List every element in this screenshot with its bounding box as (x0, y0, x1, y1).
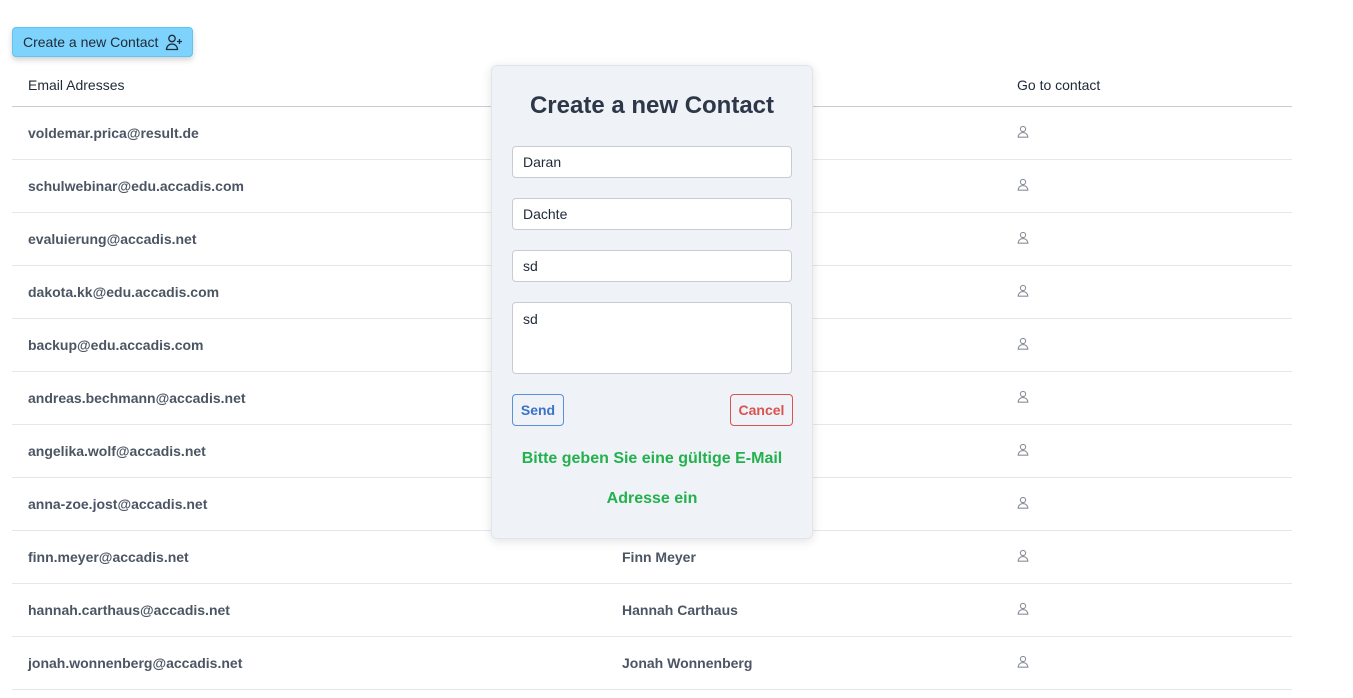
user-icon[interactable] (1017, 443, 1029, 456)
row-go-to-contact (1001, 530, 1292, 584)
first-name-input[interactable] (512, 146, 792, 178)
user-icon[interactable] (1017, 178, 1029, 191)
row-email: hannah.carthaus@accadis.net (12, 583, 606, 637)
modal-title: Create a new Contact (529, 92, 775, 119)
email-input[interactable] (512, 250, 792, 282)
row-go-to-contact (1001, 424, 1292, 478)
user-icon[interactable] (1017, 496, 1029, 509)
row-go-to-contact (1001, 583, 1292, 637)
create-contact-button[interactable]: Create a new Contact (12, 27, 193, 57)
user-icon[interactable] (1017, 284, 1029, 297)
create-contact-label: Create a new Contact (23, 34, 159, 50)
user-icon[interactable] (1017, 602, 1029, 615)
user-icon[interactable] (1017, 231, 1029, 244)
row-email: jonah.wonnenberg@accadis.net (12, 636, 606, 690)
user-icon[interactable] (1017, 125, 1029, 138)
row-go-to-contact (1001, 106, 1292, 160)
user-icon[interactable] (1017, 337, 1029, 350)
row-name: Hannah Carthaus (606, 583, 1001, 637)
cancel-button[interactable]: Cancel (730, 394, 793, 426)
send-button[interactable]: Send (512, 394, 564, 426)
user-icon[interactable] (1017, 390, 1029, 403)
row-name: Jonah Wonnenberg (606, 636, 1001, 690)
message-textarea[interactable]: sd (512, 302, 792, 374)
user-plus-icon (165, 33, 183, 51)
last-name-input[interactable] (512, 198, 792, 230)
row-go-to-contact (1001, 318, 1292, 372)
validation-error-line-1: Bitte geben Sie eine gültige E-Mail (521, 450, 783, 467)
header-go-to-contact: Go to contact (1001, 64, 1292, 107)
row-go-to-contact (1001, 265, 1292, 319)
create-contact-modal: Create a new Contact sd Send Cancel Bitt… (491, 65, 813, 539)
table-row: hannah.carthaus@accadis.net Hannah Cartha… (12, 583, 1292, 637)
table-row: jonah.wonnenberg@accadis.net Jonah Wonnen… (12, 636, 1292, 690)
row-go-to-contact (1001, 636, 1292, 690)
row-go-to-contact (1001, 371, 1292, 425)
user-icon[interactable] (1017, 655, 1029, 668)
row-go-to-contact (1001, 159, 1292, 213)
row-go-to-contact (1001, 477, 1292, 531)
user-icon[interactable] (1017, 549, 1029, 562)
validation-error-line-2: Adresse ein (606, 490, 698, 507)
row-go-to-contact (1001, 212, 1292, 266)
